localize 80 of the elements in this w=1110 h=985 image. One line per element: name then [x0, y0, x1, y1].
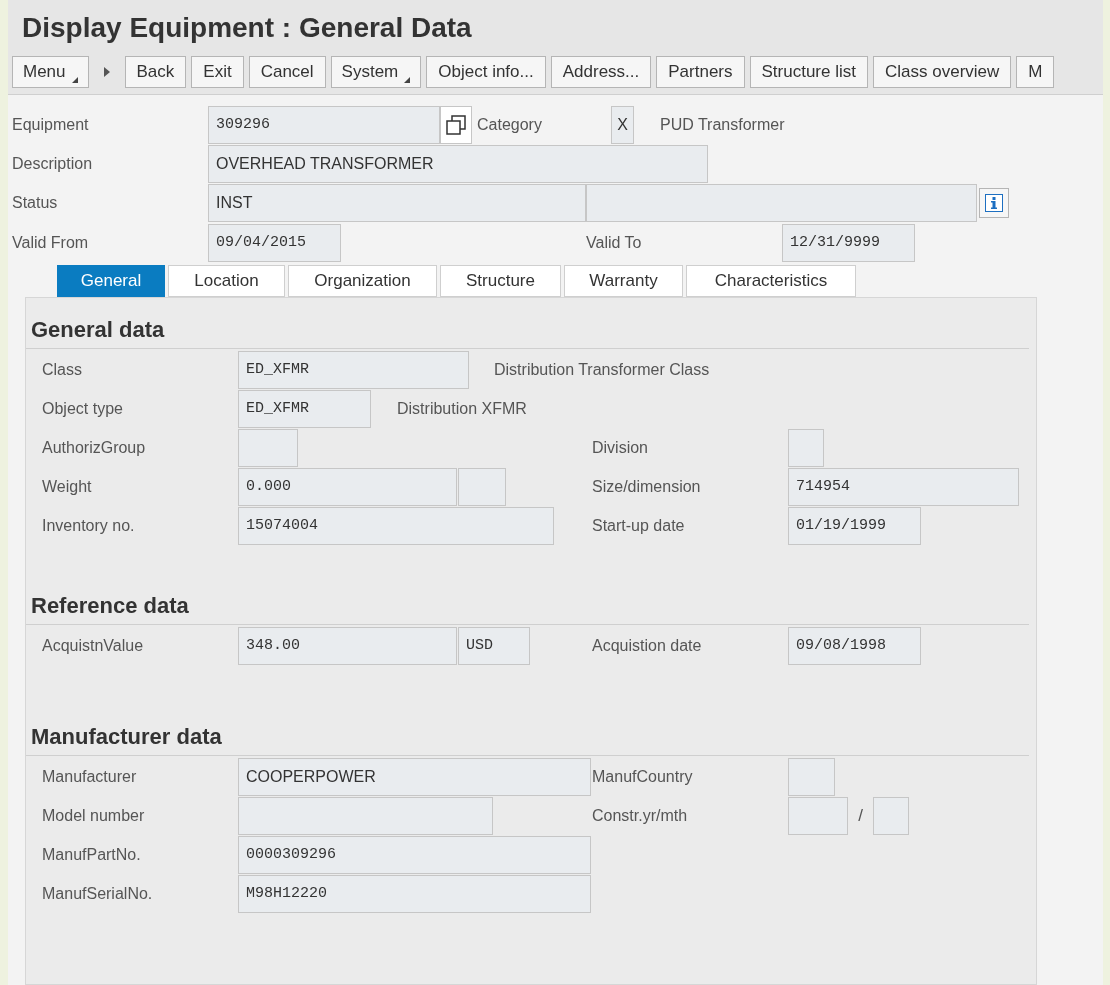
field-label: AcquistnValue [42, 636, 144, 656]
input-field[interactable]: 714954 [788, 468, 1019, 506]
tab[interactable]: Organization [288, 265, 437, 297]
toolbar-button[interactable]: Exit [191, 56, 244, 88]
input-field[interactable]: 12/31/9999 [782, 224, 915, 262]
input-field[interactable] [586, 184, 977, 222]
field-label: Size/dimension [592, 477, 701, 497]
section-title: General data [30, 316, 166, 344]
toolbar-button[interactable]: Object info... [426, 56, 546, 88]
copy-button[interactable] [440, 106, 472, 144]
field-label: Category [477, 115, 542, 135]
input-field[interactable] [788, 758, 835, 796]
input-field[interactable]: INST [208, 184, 586, 222]
input-field[interactable]: 15074004 [238, 507, 554, 545]
description-text: PUD Transformer [660, 115, 785, 135]
description-text: Distribution Transformer Class [494, 360, 710, 380]
toolbar-button[interactable]: M [1016, 56, 1055, 88]
field-label: Inventory no. [42, 516, 135, 536]
input-field[interactable]: 0.000 [238, 468, 457, 506]
input-field[interactable]: ED_XFMR [238, 390, 371, 428]
field-label: Object type [42, 399, 123, 419]
input-field[interactable] [873, 797, 909, 835]
field-label: Weight [42, 477, 92, 497]
field-label: Valid To [586, 233, 642, 253]
menu-button[interactable]: Menu [12, 56, 89, 88]
field-label: Valid From [12, 233, 89, 253]
tab[interactable]: Location [168, 265, 285, 297]
toolbar-button[interactable]: Cancel [248, 56, 326, 88]
copy-icon [446, 115, 466, 135]
input-field[interactable]: 0000309296 [238, 836, 591, 874]
info-icon [985, 194, 1003, 212]
field-label: ManufPartNo. [42, 845, 141, 865]
input-field[interactable] [788, 429, 824, 467]
tab[interactable]: Characteristics [686, 265, 856, 297]
section-title: Manufacturer data [30, 723, 223, 751]
input-field[interactable]: 01/19/1999 [788, 507, 921, 545]
input-field[interactable] [238, 429, 298, 467]
field-label: Model number [42, 806, 145, 826]
field-label: Division [592, 438, 648, 458]
toolbar-button[interactable]: Structure list [749, 56, 868, 88]
field-label: Acquistion date [592, 636, 702, 656]
field-label: AuthorizGroup [42, 438, 146, 458]
field-label: Equipment [12, 115, 89, 135]
tab[interactable]: General [57, 265, 165, 297]
section-title: Reference data [30, 592, 190, 620]
toolbar-button[interactable]: Class overview [873, 56, 1012, 88]
info-button[interactable] [979, 188, 1009, 218]
input-field[interactable] [238, 797, 493, 835]
input-field[interactable]: COOPERPOWER [238, 758, 591, 796]
field-label: ManufSerialNo. [42, 884, 153, 904]
field-label: Constr.yr/mth [592, 806, 688, 826]
field-label: Status [12, 193, 58, 213]
separator-text: / [858, 805, 863, 828]
input-field[interactable]: OVERHEAD TRANSFORMER [208, 145, 708, 183]
input-field[interactable]: 09/08/1998 [788, 627, 921, 665]
caret-icon [404, 77, 411, 83]
input-field[interactable]: USD [458, 627, 530, 665]
input-field[interactable]: X [611, 106, 634, 144]
window-title: Display Equipment : General Data [21, 11, 473, 45]
input-field[interactable] [788, 797, 848, 835]
toolbar-button[interactable]: Back [124, 56, 187, 88]
input-field[interactable]: 309296 [208, 106, 440, 144]
input-field[interactable]: 348.00 [238, 627, 457, 665]
toolbar-button[interactable]: Address... [550, 56, 652, 88]
description-text: Distribution XFMR [397, 399, 527, 419]
field-label: ManufCountry [592, 767, 693, 787]
tab[interactable]: Warranty [564, 265, 683, 297]
field-label: Start-up date [592, 516, 685, 536]
field-label: Class [42, 360, 82, 380]
caret-icon [71, 77, 78, 83]
menu-button[interactable]: System [330, 56, 422, 88]
toolbar-button[interactable]: Partners [656, 56, 745, 88]
input-field[interactable]: ED_XFMR [238, 351, 469, 389]
expand-arrow-icon[interactable] [103, 67, 110, 77]
field-label: Manufacturer [42, 767, 137, 787]
input-field[interactable] [458, 468, 506, 506]
input-field[interactable]: 09/04/2015 [208, 224, 341, 262]
tab[interactable]: Structure [440, 265, 561, 297]
input-field[interactable]: M98H12220 [238, 875, 591, 913]
field-label: Description [12, 154, 93, 174]
